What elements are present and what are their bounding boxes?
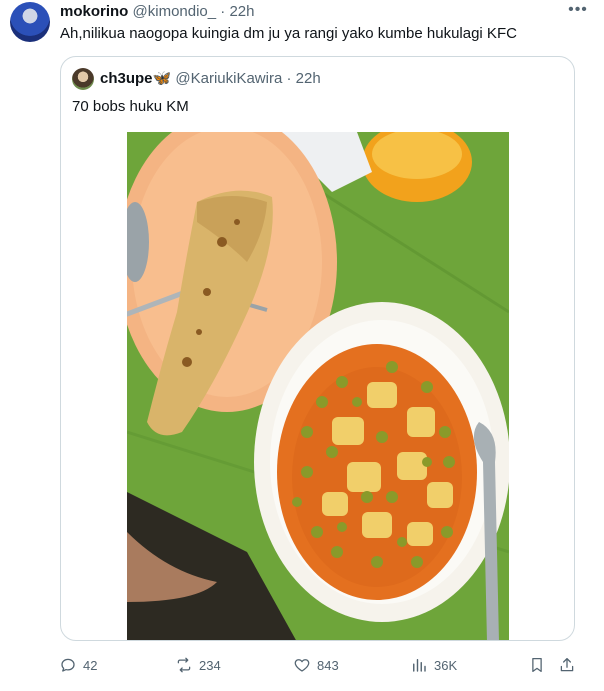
quote-separator-dot: ·	[286, 70, 292, 87]
quote-photo[interactable]	[127, 132, 509, 640]
tweet-text: Ah,nilikua naogopa kuingia dm ju ya rang…	[60, 25, 517, 42]
views-icon	[413, 659, 426, 672]
butterfly-emoji: 🦋	[152, 70, 172, 87]
author-handle[interactable]: @kimondio_	[133, 3, 217, 20]
tweet-header: mokorino @kimondio_ · 22h	[60, 2, 255, 22]
quote-author-handle[interactable]: @KariukiKawira	[175, 70, 282, 87]
more-options-button[interactable]: •••	[566, 0, 590, 20]
action-bar: 42 234 843 36K	[0, 652, 604, 678]
quote-text: 70 bobs huku KM	[72, 98, 189, 115]
heart-icon	[294, 659, 310, 672]
more-horizontal-icon: •••	[568, 1, 588, 18]
repost-icon	[177, 657, 191, 673]
quote-header: ch3upe🦋 @KariukiKawira · 22h	[100, 69, 321, 89]
share-icon	[560, 657, 574, 672]
like-count: 843	[317, 657, 339, 673]
quote-time: 22h	[295, 70, 321, 87]
author-name[interactable]: mokorino	[60, 3, 128, 20]
tweet-time[interactable]: 22h	[229, 3, 254, 20]
food-photo-illustration	[127, 132, 509, 640]
reply-count: 42	[83, 657, 98, 673]
separator-dot: ·	[220, 3, 226, 20]
reply-icon	[61, 658, 75, 672]
bookmark-button[interactable]	[526, 652, 548, 678]
bookmark-icon	[532, 657, 542, 673]
quote-author-name[interactable]: ch3upe	[100, 70, 153, 87]
like-button[interactable]: 843	[293, 652, 339, 678]
repost-count: 234	[199, 657, 221, 673]
author-avatar[interactable]	[10, 2, 50, 42]
views-count: 36K	[434, 657, 458, 673]
share-button[interactable]	[556, 652, 578, 678]
views-button[interactable]: 36K	[410, 652, 457, 678]
reply-button[interactable]: 42	[59, 652, 97, 678]
quote-author-avatar[interactable]	[72, 68, 94, 90]
quoted-tweet-card[interactable]: ch3upe🦋 @KariukiKawira · 22h 70 bobs huk…	[60, 56, 575, 641]
repost-button[interactable]: 234	[175, 652, 221, 678]
